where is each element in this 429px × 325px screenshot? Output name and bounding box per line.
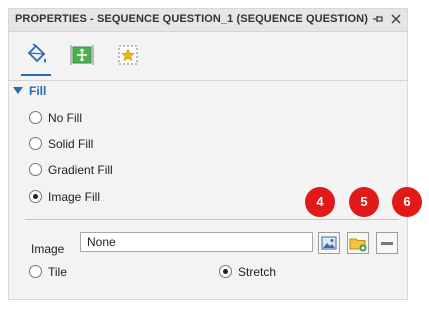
- image-preview-button[interactable]: [318, 232, 340, 254]
- callout-badge-6: 6: [392, 187, 422, 217]
- radio-button[interactable]: [29, 163, 42, 176]
- open-image-button[interactable]: [347, 232, 369, 254]
- collapse-triangle-icon: [13, 87, 23, 94]
- radio-button[interactable]: [29, 190, 42, 203]
- property-tabs: [9, 32, 407, 81]
- radio-button[interactable]: [219, 265, 232, 278]
- radio-solid-fill[interactable]: Solid Fill: [29, 136, 93, 154]
- radio-image-fill[interactable]: Image Fill: [29, 189, 100, 207]
- radio-label: Gradient Fill: [48, 163, 113, 177]
- tab-size-position[interactable]: [67, 40, 97, 70]
- radio-button[interactable]: [29, 111, 42, 124]
- panel-titlebar: PROPERTIES - SEQUENCE QUESTION_1 (SEQUEN…: [9, 9, 407, 32]
- properties-panel: PROPERTIES - SEQUENCE QUESTION_1 (SEQUEN…: [8, 8, 408, 300]
- image-label: Image: [31, 242, 65, 256]
- radio-tile[interactable]: Tile: [29, 264, 67, 282]
- paint-bucket-icon: [27, 43, 46, 63]
- radio-label: Image Fill: [48, 190, 101, 204]
- callout-badge-5: 5: [349, 187, 379, 217]
- tab-effects[interactable]: [113, 40, 143, 70]
- radio-button[interactable]: [29, 265, 42, 278]
- fill-section-label: Fill: [29, 84, 47, 98]
- remove-icon: [381, 242, 393, 245]
- callout-badge-4: 4: [305, 187, 335, 217]
- tab-fill[interactable]: [21, 40, 51, 76]
- close-icon[interactable]: [389, 12, 403, 26]
- radio-no-fill[interactable]: No Fill: [29, 110, 82, 128]
- radio-label: Tile: [48, 265, 67, 279]
- radio-label: No Fill: [48, 111, 83, 125]
- fill-section-header[interactable]: Fill: [13, 84, 46, 102]
- star-effects-icon: [118, 45, 138, 65]
- radio-label: Stretch: [238, 265, 277, 279]
- remove-image-button[interactable]: [376, 232, 398, 254]
- radio-stretch[interactable]: Stretch: [219, 264, 276, 282]
- open-folder-icon: [349, 238, 367, 252]
- size-position-icon: [70, 45, 94, 65]
- radio-label: Solid Fill: [48, 137, 94, 151]
- image-preview-icon: [321, 236, 337, 250]
- radio-gradient-fill[interactable]: Gradient Fill: [29, 162, 113, 180]
- divider: [25, 219, 399, 220]
- pin-icon[interactable]: [371, 12, 385, 26]
- image-field[interactable]: None: [80, 232, 313, 252]
- panel-title: PROPERTIES - SEQUENCE QUESTION_1 (SEQUEN…: [15, 13, 368, 25]
- radio-button[interactable]: [29, 137, 42, 150]
